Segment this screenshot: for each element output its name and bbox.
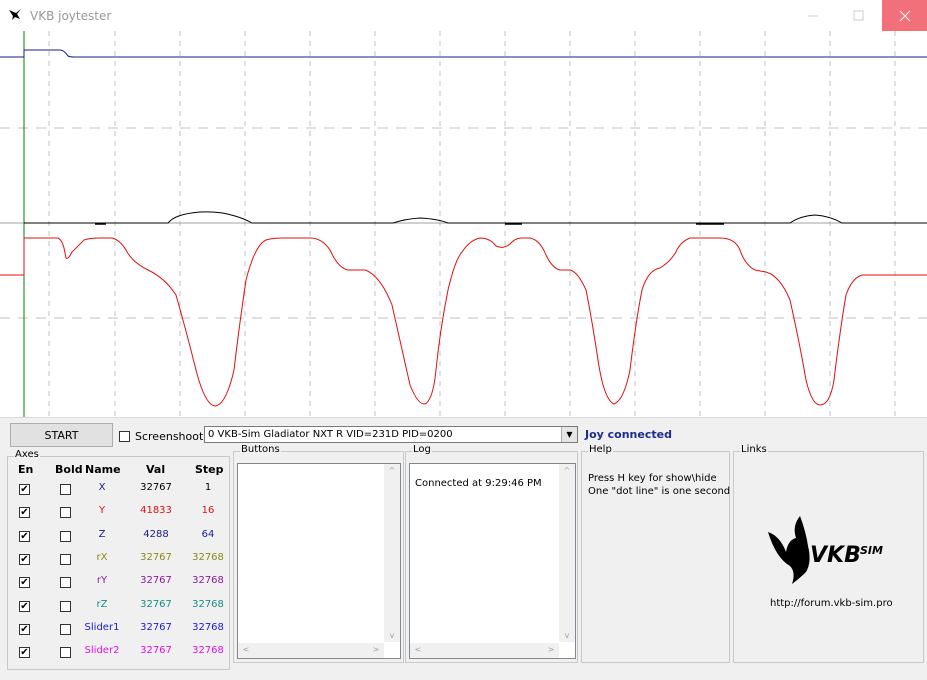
scroll-right-icon[interactable]: > [543, 645, 559, 654]
log-group-title: Log [412, 444, 432, 455]
red-trace [0, 237, 927, 407]
scroll-up-icon[interactable]: ^ [384, 466, 400, 475]
log-group: Log Connected at 9:29:46 PM ^ v < > [405, 444, 578, 663]
axis-name: Y [98, 505, 106, 516]
help-group: Help Press H key for show\hide One "dot … [581, 444, 731, 663]
svg-text:VKB: VKB [810, 543, 861, 568]
minimize-button[interactable] [790, 0, 836, 31]
axis-bold-checkbox[interactable] [60, 554, 71, 565]
axis-step: 16 [201, 505, 215, 516]
header-name: Name [85, 463, 121, 476]
axis-bold-checkbox[interactable] [60, 484, 71, 495]
vkb-logo-icon [9, 9, 21, 20]
buttons-group: Buttons ^ v < > [233, 444, 404, 663]
axis-val: 41833 [140, 505, 172, 516]
minimize-icon [808, 15, 818, 17]
axis-enable-checkbox[interactable]: ✔ [19, 601, 30, 612]
axis-val: 32767 [140, 552, 172, 563]
vertical-scrollbar[interactable]: ^ v [559, 464, 575, 642]
help-line: One "dot line" is one second [588, 486, 731, 497]
axis-step: 64 [201, 529, 215, 540]
axis-enable-checkbox[interactable]: ✔ [19, 647, 30, 658]
header-bold: Bold [55, 463, 83, 476]
axis-val: 32767 [140, 575, 172, 586]
axis-enable-checkbox[interactable]: ✔ [19, 484, 30, 495]
axis-bold-checkbox[interactable] [60, 577, 71, 588]
maximize-icon [853, 10, 864, 21]
device-select[interactable]: 0 VKB-Sim Gladiator NXT R VID=231D PID=0… [204, 426, 578, 443]
axis-step: 32768 [192, 552, 224, 563]
buttons-list[interactable]: ^ v < > [237, 463, 401, 659]
axis-step: 1 [204, 482, 212, 493]
axis-name: Slider2 [84, 645, 120, 656]
axis-name: Z [98, 529, 106, 540]
axis-enable-checkbox[interactable]: ✔ [19, 577, 30, 588]
vertical-scrollbar[interactable]: ^ v [384, 464, 400, 642]
screenshot-checkbox[interactable] [119, 431, 130, 442]
header-en: En [18, 463, 34, 476]
links-group-title: Links [740, 444, 768, 455]
axis-name: X [98, 482, 106, 493]
scroll-left-icon[interactable]: < [410, 645, 426, 654]
links-group: Links VKB SIM http://forum.vkb-sim.pro [733, 444, 924, 663]
black-trace [24, 211, 927, 224]
chevron-down-icon[interactable]: ▼ [561, 427, 577, 442]
axis-bold-checkbox[interactable] [60, 647, 71, 658]
log-entry: Connected at 9:29:46 PM [415, 478, 542, 489]
help-line: Press H key for show\hide [588, 473, 717, 484]
close-button[interactable] [882, 0, 927, 31]
window-title: VKB joytester [30, 9, 112, 23]
svg-text:SIM: SIM [860, 544, 883, 557]
axes-group: Axes En Bold Name Val Step ✔ X 32767 1 ✔ Y 418… [7, 449, 230, 670]
connection-status: Joy connected [585, 428, 672, 441]
axis-name: Slider1 [84, 622, 120, 633]
axis-enable-checkbox[interactable]: ✔ [19, 531, 30, 542]
scroll-down-icon[interactable]: v [559, 631, 575, 640]
forum-link[interactable]: http://forum.vkb-sim.pro [770, 598, 893, 609]
axis-bold-checkbox[interactable] [60, 601, 71, 612]
axis-enable-checkbox[interactable]: ✔ [19, 554, 30, 565]
axes-group-title: Axes [14, 449, 40, 460]
device-select-value: 0 VKB-Sim Gladiator NXT R VID=231D PID=0… [208, 429, 453, 440]
axis-val: 32767 [140, 645, 172, 656]
axis-enable-checkbox[interactable]: ✔ [19, 624, 30, 635]
scroll-up-icon[interactable]: ^ [559, 466, 575, 475]
axis-bold-checkbox[interactable] [60, 507, 71, 518]
axis-step: 32768 [192, 645, 224, 656]
axis-val: 32767 [140, 599, 172, 610]
axis-enable-checkbox[interactable]: ✔ [19, 507, 30, 518]
buttons-group-title: Buttons [240, 444, 281, 455]
log-list[interactable]: Connected at 9:29:46 PM ^ v < > [409, 463, 576, 659]
horizontal-scrollbar[interactable]: < > [410, 643, 559, 658]
axis-name: rZ [96, 599, 108, 610]
close-icon [899, 10, 911, 22]
start-button[interactable]: START [10, 423, 113, 447]
vkbsim-logo: VKB SIM [768, 516, 883, 584]
axis-val: 4288 [143, 529, 169, 540]
axis-name: rY [96, 575, 108, 586]
axis-val: 32767 [140, 622, 172, 633]
axis-step: 32768 [192, 599, 224, 610]
maximize-button[interactable] [836, 0, 882, 31]
screenshot-label: Screenshoot [135, 430, 204, 443]
help-group-title: Help [588, 444, 613, 455]
blue-trace [0, 49, 927, 58]
axis-bold-checkbox[interactable] [60, 531, 71, 542]
grid-vertical-lines [48, 31, 896, 417]
axis-graph [0, 31, 927, 417]
axis-name: rX [96, 552, 108, 563]
title-bar: VKB joytester [0, 0, 927, 31]
axis-val: 32767 [140, 482, 172, 493]
horizontal-scrollbar[interactable]: < > [238, 643, 384, 658]
axis-step: 32768 [192, 575, 224, 586]
scroll-left-icon[interactable]: < [238, 645, 254, 654]
scroll-right-icon[interactable]: > [368, 645, 384, 654]
axis-step: 32768 [192, 622, 224, 633]
scroll-down-icon[interactable]: v [384, 631, 400, 640]
header-val: Val [146, 463, 166, 476]
header-step: Step [195, 463, 224, 476]
axis-bold-checkbox[interactable] [60, 624, 71, 635]
